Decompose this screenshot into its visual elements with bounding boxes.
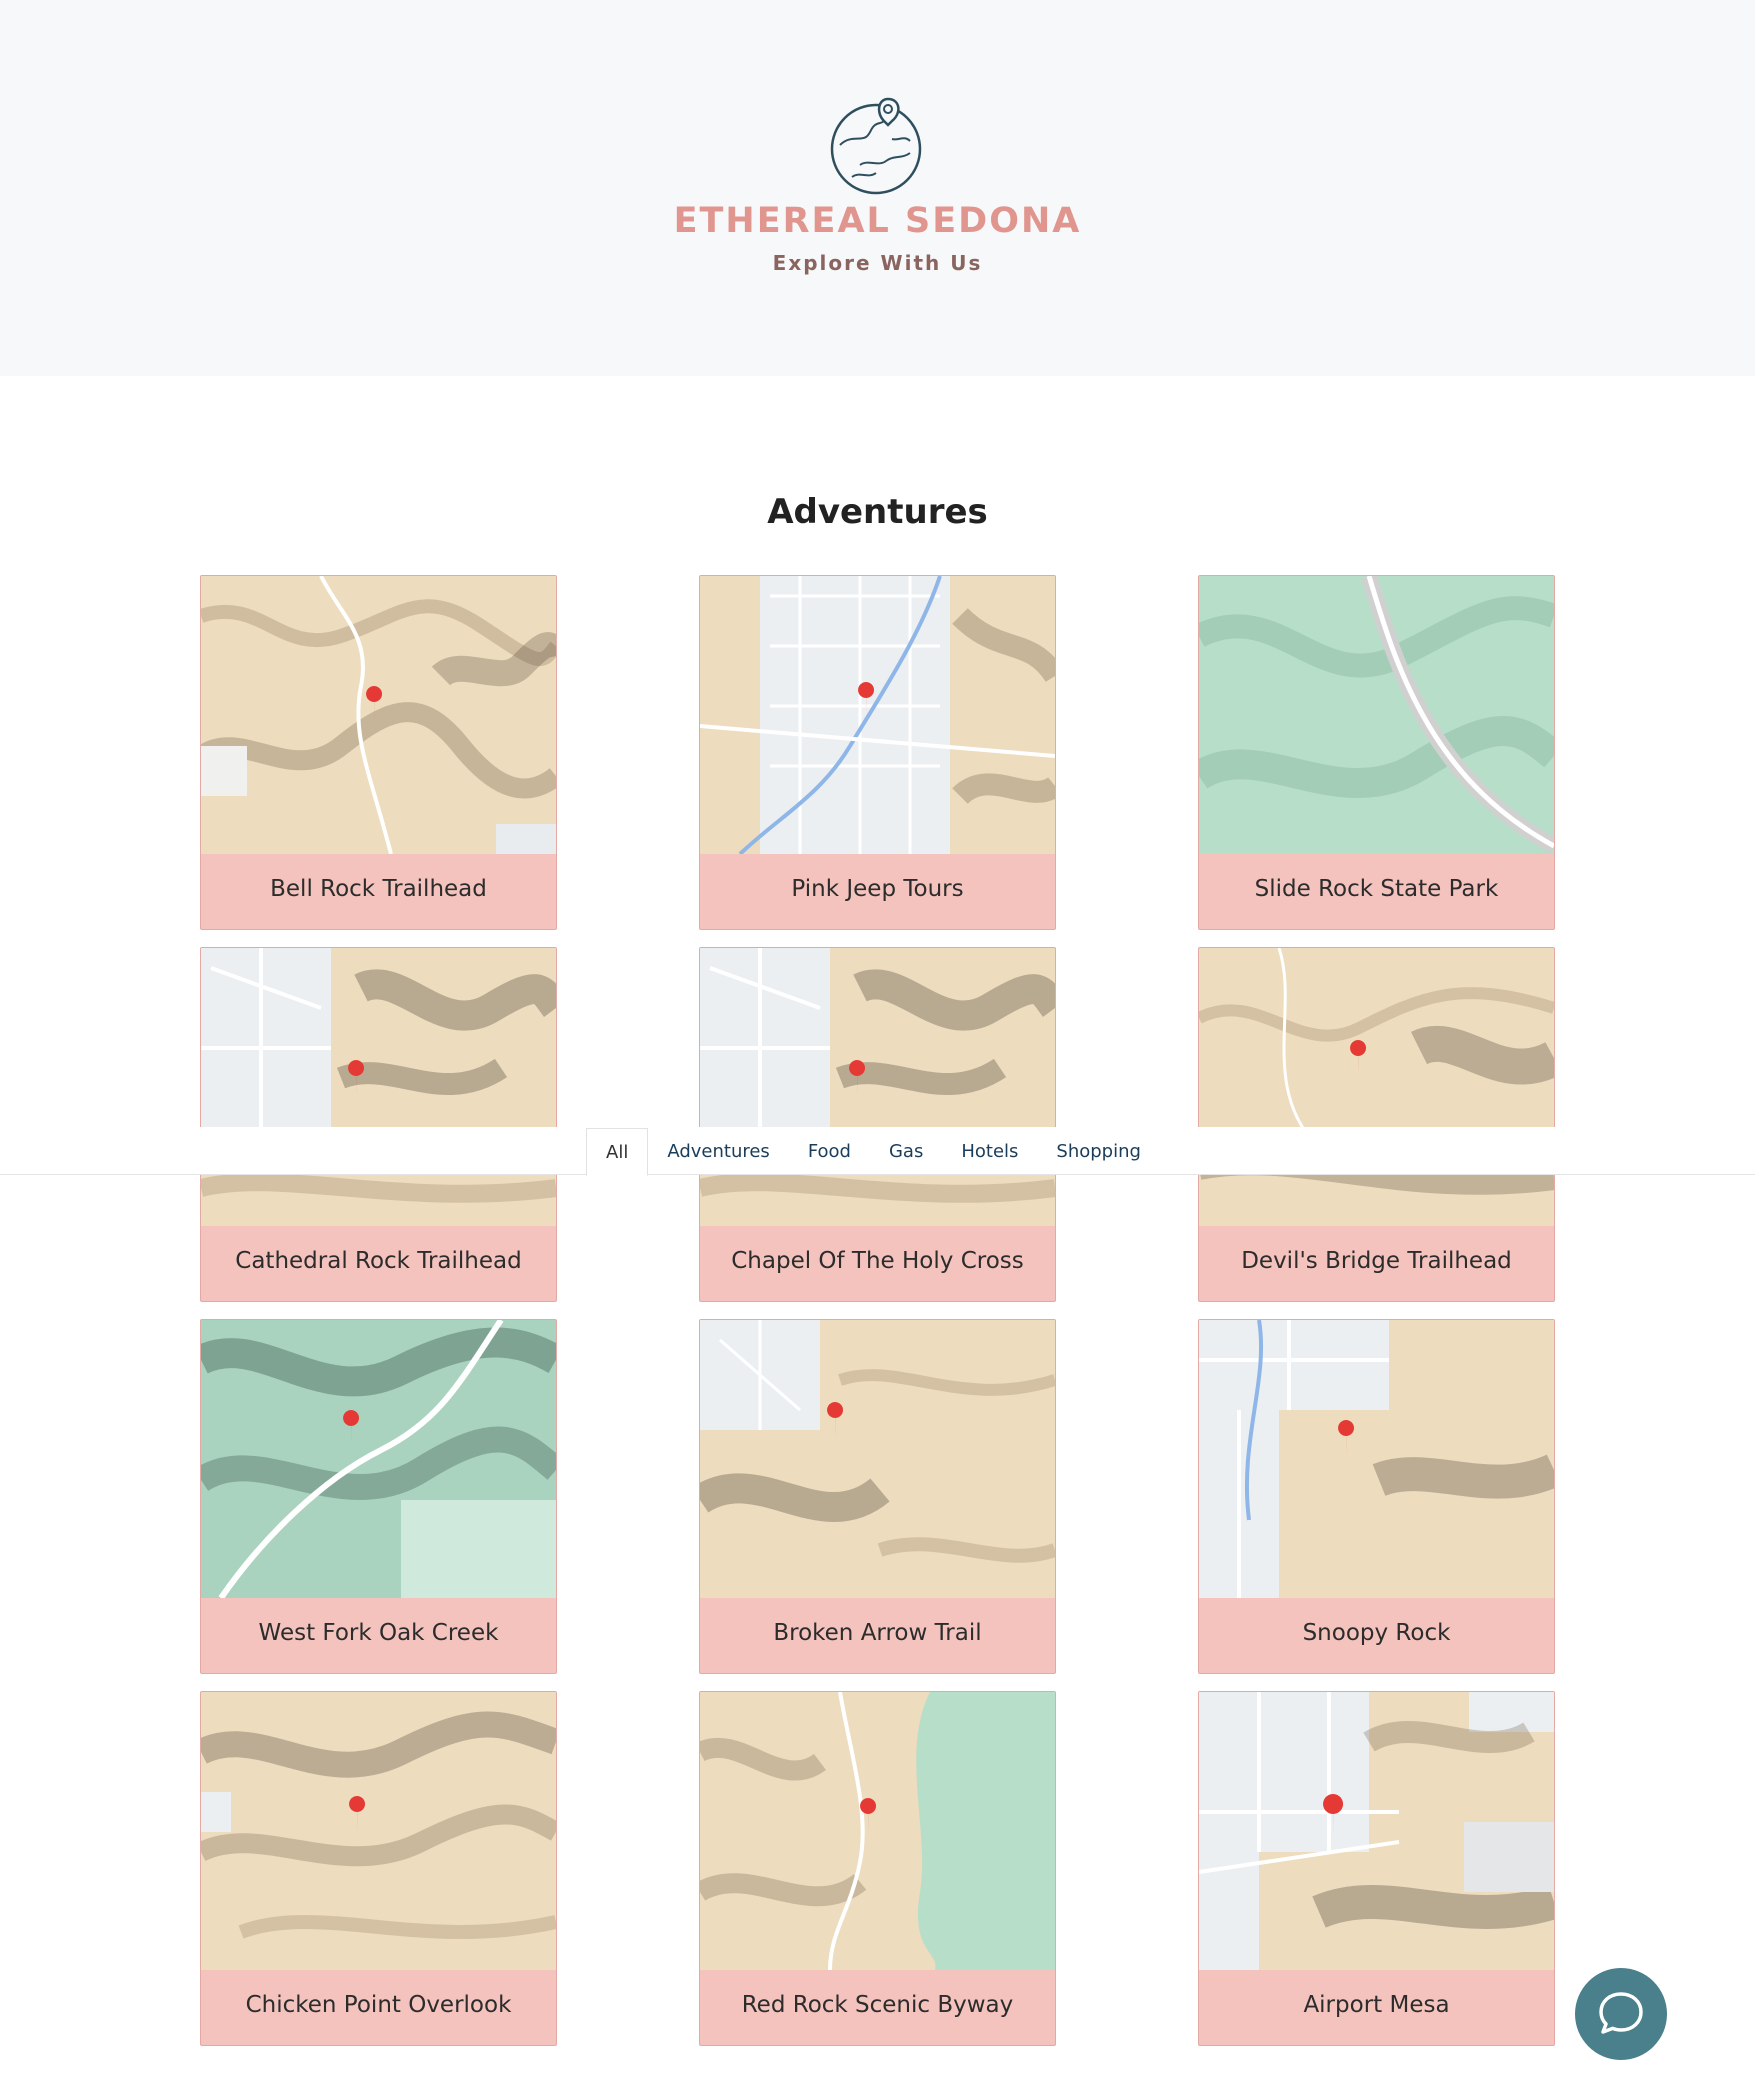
map-thumbnail <box>700 1692 1055 1970</box>
card-label: Snoopy Rock <box>1302 1620 1451 1646</box>
tab-food[interactable]: Food <box>789 1128 870 1176</box>
tab-shopping[interactable]: Shopping <box>1037 1128 1160 1176</box>
filter-tabbar: All Adventures Food Gas Hotels Shopping <box>0 1127 1755 1176</box>
card-label: Slide Rock State Park <box>1254 876 1499 902</box>
chat-button[interactable] <box>1575 1968 1667 2060</box>
adventure-card[interactable]: Red Rock Scenic Byway <box>699 1691 1056 2046</box>
adventure-card[interactable]: West Fork Oak Creek <box>200 1319 557 1674</box>
map-thumbnail <box>201 948 556 1226</box>
card-label: West Fork Oak Creek <box>258 1620 499 1646</box>
card-label: Broken Arrow Trail <box>773 1620 982 1646</box>
card-label: Cathedral Rock Trailhead <box>235 1248 522 1274</box>
map-thumbnail <box>700 576 1055 854</box>
adventure-card[interactable]: Devil's Bridge Trailhead <box>1198 947 1555 1302</box>
card-label: Airport Mesa <box>1303 1992 1450 2018</box>
adventure-card[interactable]: Bell Rock Trailhead <box>200 575 557 930</box>
tab-hotels[interactable]: Hotels <box>942 1128 1037 1176</box>
map-thumbnail <box>201 576 556 854</box>
card-label: Red Rock Scenic Byway <box>741 1992 1014 2018</box>
map-thumbnail <box>1199 1320 1554 1598</box>
tab-gas[interactable]: Gas <box>870 1128 942 1176</box>
map-thumbnail <box>1199 576 1554 854</box>
tab-adventures[interactable]: Adventures <box>648 1128 788 1176</box>
adventure-card[interactable]: Cathedral Rock Trailhead <box>200 947 557 1302</box>
map-thumbnail <box>201 1320 556 1598</box>
card-label: Chicken Point Overlook <box>245 1992 512 2018</box>
map-thumbnail <box>700 1320 1055 1598</box>
card-label: Bell Rock Trailhead <box>270 876 487 902</box>
chat-bubble-icon <box>1599 1992 1643 2034</box>
tab-all[interactable]: All <box>586 1128 649 1176</box>
adventure-card[interactable]: Airport Mesa <box>1198 1691 1555 2046</box>
adventure-card[interactable]: Pink Jeep Tours <box>699 575 1056 930</box>
adventure-card[interactable]: Chapel Of The Holy Cross <box>699 947 1056 1302</box>
adventure-card[interactable]: Chicken Point Overlook <box>200 1691 557 2046</box>
filter-tabs: All Adventures Food Gas Hotels Shopping <box>586 1128 1160 1176</box>
map-thumbnail <box>700 948 1055 1226</box>
adventure-card[interactable]: Slide Rock State Park <box>1198 575 1555 930</box>
card-label: Pink Jeep Tours <box>791 876 964 902</box>
adventure-grid: Bell Rock Trailhead Pink Jeep Tours Slid… <box>0 0 1755 2084</box>
card-label: Chapel Of The Holy Cross <box>731 1248 1024 1274</box>
map-thumbnail <box>1199 948 1554 1226</box>
map-thumbnail <box>1199 1692 1554 1970</box>
map-thumbnail <box>201 1692 556 1970</box>
adventure-card[interactable]: Snoopy Rock <box>1198 1319 1555 1674</box>
adventure-card[interactable]: Broken Arrow Trail <box>699 1319 1056 1674</box>
card-label: Devil's Bridge Trailhead <box>1241 1248 1512 1274</box>
